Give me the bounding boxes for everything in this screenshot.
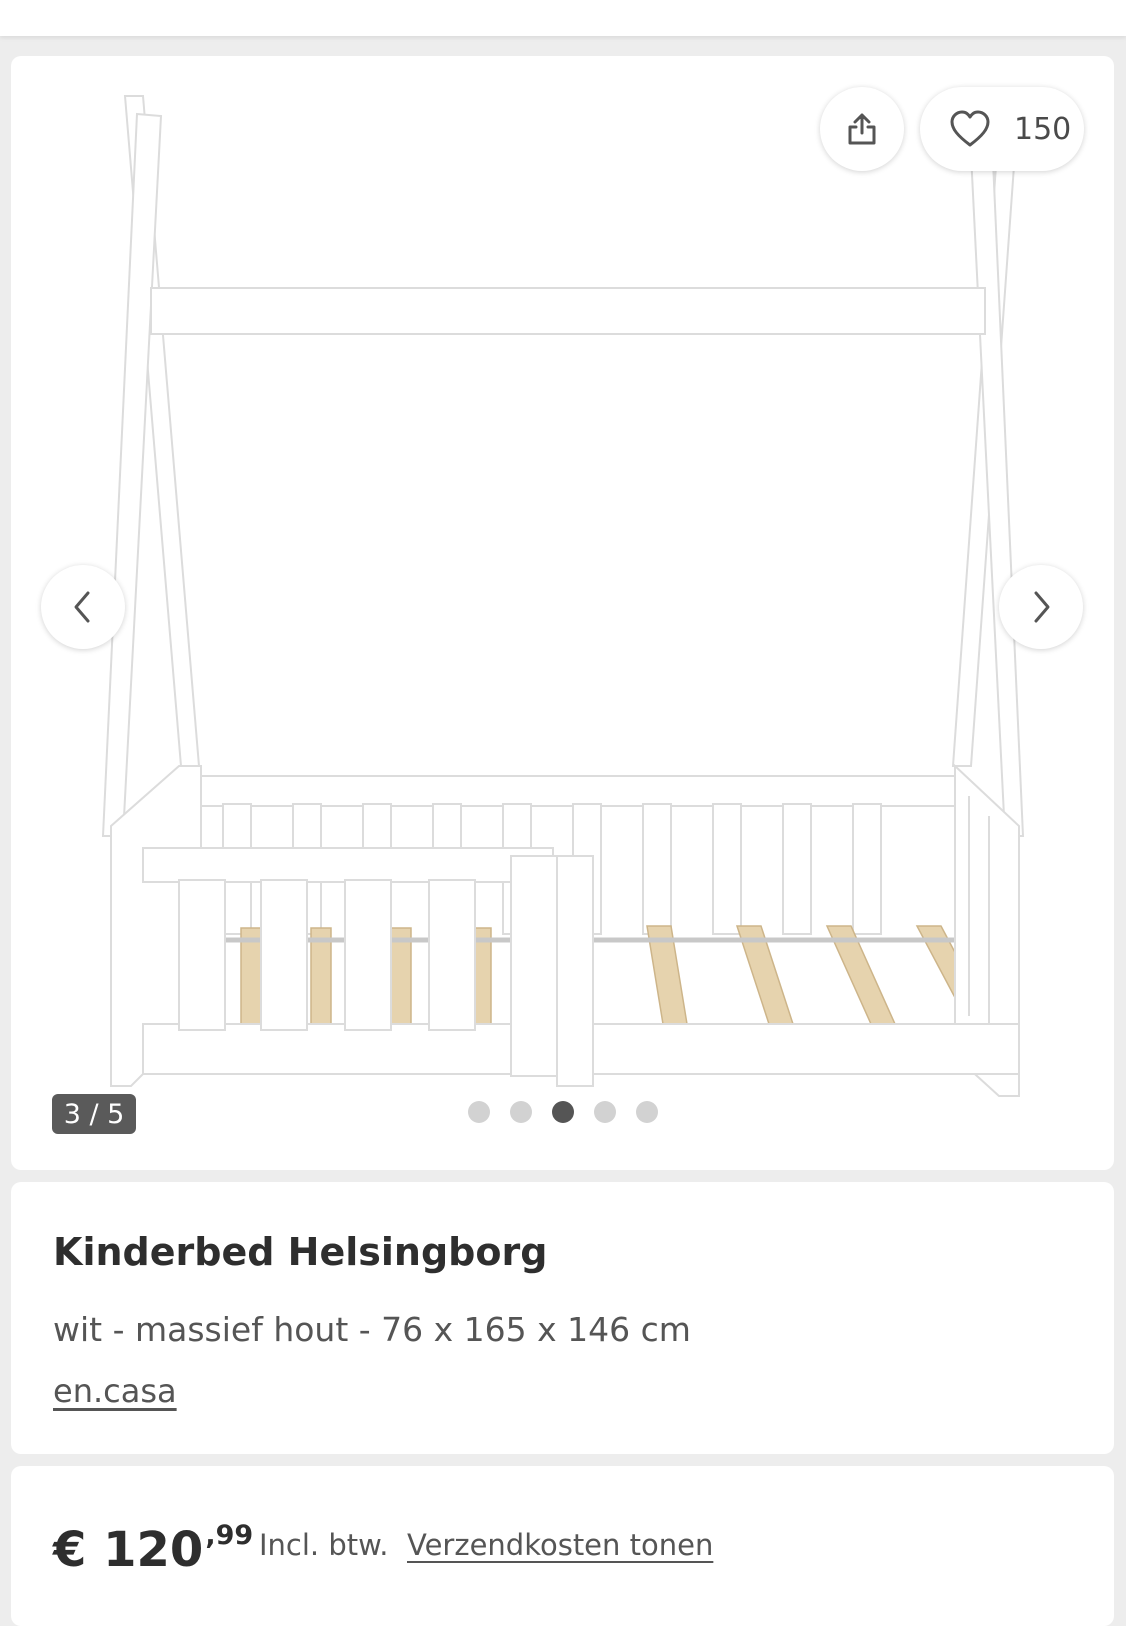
favorite-count: 150 <box>1014 111 1072 147</box>
price-card: € 120,99 Incl. btw. Verzendkosten tonen <box>11 1466 1114 1626</box>
price-whole: 120 <box>103 1522 204 1578</box>
pagination-dot[interactable] <box>594 1101 616 1123</box>
chevron-right-icon <box>1034 591 1050 623</box>
product-price: € 120,99 <box>53 1520 253 1578</box>
favorite-button[interactable]: 150 <box>920 87 1084 171</box>
product-title: Kinderbed Helsingborg <box>53 1230 548 1274</box>
price-currency: € <box>53 1522 87 1578</box>
product-image <box>101 95 1025 1097</box>
shipping-costs-link[interactable]: Verzendkosten tonen <box>407 1528 713 1562</box>
share-icon <box>848 113 876 145</box>
vat-note: Incl. btw. <box>259 1528 389 1562</box>
pagination-dot[interactable] <box>636 1101 658 1123</box>
chevron-left-icon <box>74 591 90 623</box>
product-image-gallery[interactable]: 150 3 / 5 <box>11 56 1114 1170</box>
image-counter: 3 / 5 <box>52 1094 136 1134</box>
heart-icon <box>950 110 990 147</box>
previous-image-button[interactable] <box>41 565 125 649</box>
image-pagination-dots <box>468 1101 658 1123</box>
pagination-dot-active[interactable] <box>552 1101 574 1123</box>
brand-link[interactable]: en.casa <box>53 1372 177 1410</box>
top-bar <box>0 0 1126 36</box>
product-subtitle: wit - massief hout - 76 x 165 x 146 cm <box>53 1310 691 1349</box>
pagination-dot[interactable] <box>468 1101 490 1123</box>
share-button[interactable] <box>820 87 904 171</box>
product-info-card: Kinderbed Helsingborg wit - massief hout… <box>11 1182 1114 1454</box>
pagination-dot[interactable] <box>510 1101 532 1123</box>
price-cents: ,99 <box>205 1520 254 1551</box>
next-image-button[interactable] <box>999 565 1083 649</box>
